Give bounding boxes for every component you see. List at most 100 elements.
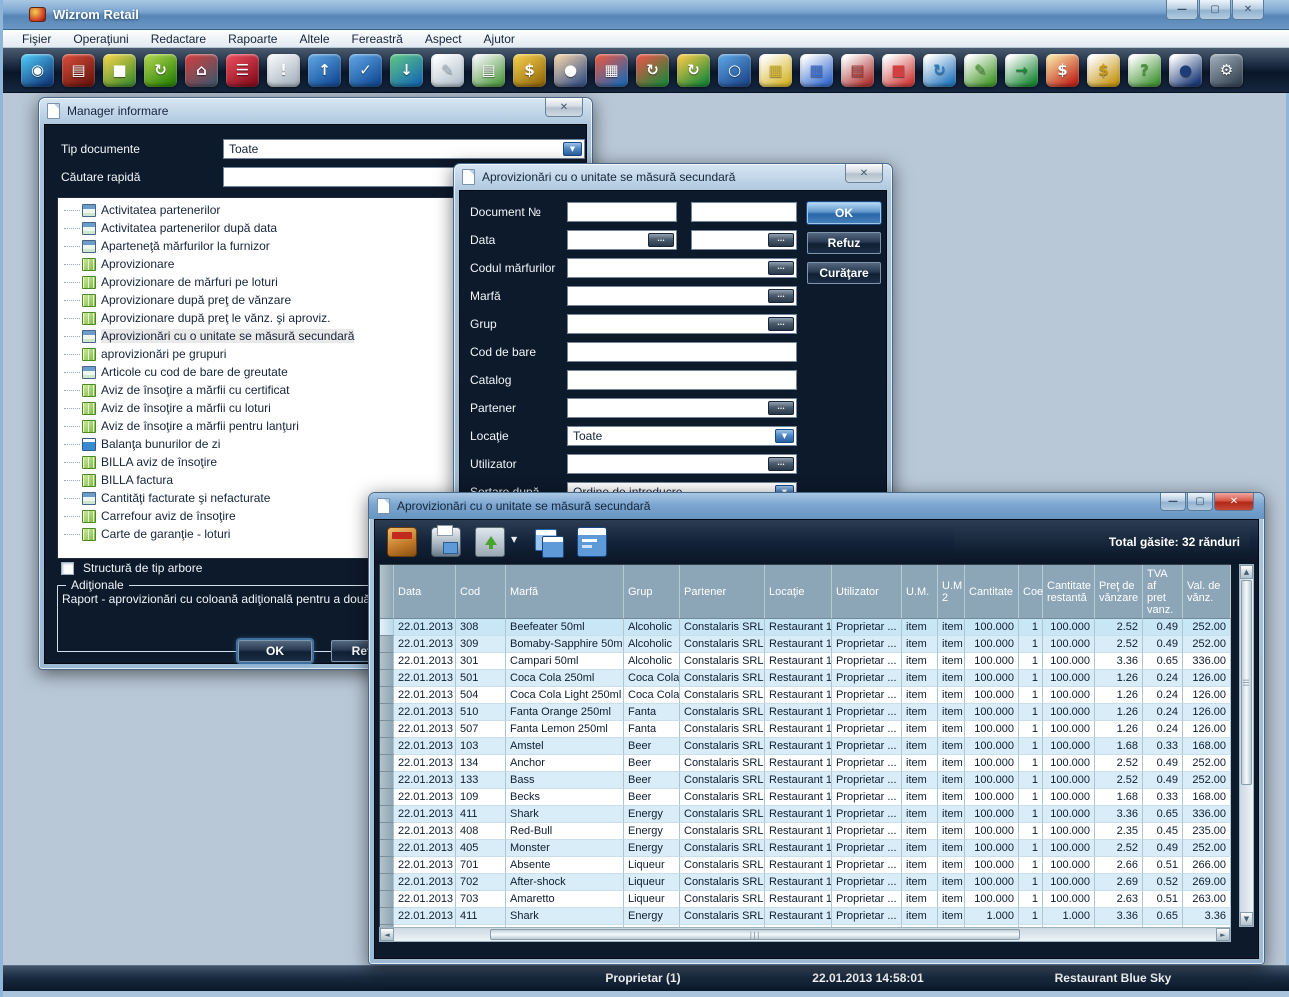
scroll-up-icon[interactable]: ▲: [1240, 565, 1253, 579]
row-header-cell[interactable]: [380, 874, 394, 891]
column-header-tvaafpretvanz[interactable]: TVA af pret vanz.: [1143, 565, 1183, 619]
filter-input[interactable]: ...: [567, 454, 797, 474]
column-header-um2[interactable]: U.M 2: [938, 565, 965, 619]
filter-input[interactable]: [567, 370, 797, 390]
menu-item-fiier[interactable]: Fişier: [11, 32, 62, 46]
box-out-icon[interactable]: ↑: [308, 54, 341, 87]
column-header-data[interactable]: Data: [394, 565, 456, 619]
menu-item-altele[interactable]: Altele: [288, 32, 340, 46]
scroll-right-icon[interactable]: ►: [1216, 928, 1230, 941]
table-row[interactable]: 22.01.2013701AbsenteLiqueurConstalaris S…: [380, 857, 1230, 874]
close-icon[interactable]: ✕: [845, 164, 883, 183]
column-header-cantitaterestant[interactable]: Cantitate restantă: [1043, 565, 1095, 619]
export-icon[interactable]: [475, 527, 505, 557]
vertical-scroll-thumb[interactable]: ☰: [1241, 580, 1252, 785]
filter-title-bar[interactable]: Aprovizionări cu o unitate se măsură sec…: [454, 164, 892, 190]
tip-documente-select[interactable]: Toate ▼: [223, 139, 585, 159]
column-header-grup[interactable]: Grup: [624, 565, 680, 619]
chevron-down-icon[interactable]: ▼: [511, 535, 517, 544]
horizontal-scrollbar[interactable]: ◄ ► |||: [379, 927, 1231, 942]
form-view-icon[interactable]: [577, 527, 607, 557]
print-icon[interactable]: [431, 527, 461, 557]
scroll-down-icon[interactable]: ▼: [1240, 912, 1253, 926]
columns-icon[interactable]: [533, 527, 563, 557]
minimize-icon[interactable]: —: [1160, 493, 1186, 511]
menu-item-operaiuni[interactable]: Operaţiuni: [62, 32, 139, 46]
table-row[interactable]: 22.01.2013504Coca Cola Light 250mlCoca C…: [380, 687, 1230, 704]
table-row[interactable]: 22.01.2013408Red-BullEnergyConstalaris S…: [380, 823, 1230, 840]
user-question-icon[interactable]: ?: [1128, 54, 1161, 87]
column-header-marf[interactable]: Marfă: [506, 565, 624, 619]
menu-item-aspect[interactable]: Aspect: [414, 32, 473, 46]
user-doc-icon[interactable]: ●: [1169, 54, 1202, 87]
main-title-bar[interactable]: Wizrom Retail: [3, 0, 1289, 30]
attach-doc-icon[interactable]: ✎: [964, 54, 997, 87]
row-header-cell[interactable]: [380, 840, 394, 857]
table-row[interactable]: 22.01.2013501Coca Cola 250mlCoca ColaCon…: [380, 670, 1230, 687]
ellipsis-button[interactable]: ...: [768, 289, 794, 303]
row-header-cell[interactable]: [380, 789, 394, 806]
filter-input[interactable]: ...: [567, 314, 797, 334]
horizontal-scroll-thumb[interactable]: |||: [490, 929, 1020, 940]
ok-button[interactable]: OK: [238, 640, 312, 662]
table-row[interactable]: 22.01.2013507Fanta Lemon 250mlFantaConst…: [380, 721, 1230, 738]
row-header-cell[interactable]: [380, 891, 394, 908]
exit-icon[interactable]: [387, 527, 417, 557]
recycle-doc-icon[interactable]: ↻: [923, 54, 956, 87]
table-row[interactable]: 22.01.2013301Campari 50mlAlcoholicConsta…: [380, 653, 1230, 670]
ellipsis-button[interactable]: ...: [768, 401, 794, 415]
ellipsis-button[interactable]: ...: [648, 233, 674, 247]
filter-input[interactable]: ...: [567, 230, 677, 250]
refuz-button[interactable]: Refuz: [807, 232, 881, 254]
column-header-um[interactable]: U.M.: [902, 565, 938, 619]
ellipsis-button[interactable]: ...: [768, 233, 794, 247]
row-header-cell[interactable]: [380, 857, 394, 874]
close-icon[interactable]: ✕: [1232, 0, 1264, 20]
ellipsis-button[interactable]: ...: [768, 457, 794, 471]
maximize-icon[interactable]: ▢: [1187, 493, 1213, 511]
search-user-icon[interactable]: ○: [718, 54, 751, 87]
transfer-doc-icon[interactable]: →: [1005, 54, 1038, 87]
table-row[interactable]: 22.01.2013405MonsterEnergyConstalaris SR…: [380, 840, 1230, 857]
cubes-doc-icon[interactable]: ▦: [759, 54, 792, 87]
restore-icon[interactable]: ▢: [1199, 0, 1231, 20]
cubes-icon[interactable]: ▦: [595, 54, 628, 87]
row-header-cell[interactable]: [380, 704, 394, 721]
product-box-icon[interactable]: ■: [103, 54, 136, 87]
box-in-icon[interactable]: ↓: [390, 54, 423, 87]
book-doc-icon[interactable]: ▤: [841, 54, 874, 87]
table-row[interactable]: 22.01.2013103AmstelBeerConstalaris SRLRe…: [380, 738, 1230, 755]
filter-input[interactable]: ...: [691, 230, 797, 250]
ok-button[interactable]: OK: [807, 202, 881, 224]
table-row[interactable]: 22.01.2013510Fanta Orange 250mlFantaCons…: [380, 704, 1230, 721]
close-icon[interactable]: ✕: [1214, 493, 1254, 511]
vertical-scrollbar[interactable]: ▲ ▼ ☰: [1239, 564, 1254, 927]
row-header-cell[interactable]: [380, 806, 394, 823]
filter-input[interactable]: ...: [567, 258, 797, 278]
ellipsis-button[interactable]: ...: [768, 261, 794, 275]
table-row[interactable]: 22.01.2013411SharkEnergyConstalaris SRLR…: [380, 908, 1230, 925]
settings-gear-icon[interactable]: ⚙: [1210, 54, 1243, 87]
row-header-cell[interactable]: [380, 619, 394, 636]
column-header-coe[interactable]: Coe: [1019, 565, 1043, 619]
results-title-bar[interactable]: Aprovizionări cu o unitate se măsură sec…: [369, 493, 1264, 519]
column-header-predevnzare[interactable]: Preţ de vănzare: [1095, 565, 1143, 619]
box-doc-icon[interactable]: ■: [882, 54, 915, 87]
filter-input[interactable]: ...: [567, 286, 797, 306]
minimize-icon[interactable]: —: [1166, 0, 1198, 20]
scroll-left-icon[interactable]: ◄: [380, 928, 394, 941]
factory-icon[interactable]: ⌂: [185, 54, 218, 87]
filter-select[interactable]: Toate▼: [567, 426, 797, 446]
column-header-cantitate[interactable]: Cantitate: [965, 565, 1019, 619]
address-book-icon[interactable]: ▤: [62, 54, 95, 87]
table-row[interactable]: 22.01.2013134AnchorBeerConstalaris SRLRe…: [380, 755, 1230, 772]
manager-title-bar[interactable]: Manager informare: [39, 98, 592, 124]
curare-button[interactable]: Curăţare: [807, 262, 881, 284]
row-header-cell[interactable]: [380, 653, 394, 670]
row-header-cell[interactable]: [380, 687, 394, 704]
column-header-partener[interactable]: Partener: [680, 565, 765, 619]
row-header-cell[interactable]: [380, 908, 394, 925]
menu-item-redactare[interactable]: Redactare: [140, 32, 217, 46]
row-header-cell[interactable]: [380, 721, 394, 738]
coins-doc-icon[interactable]: $: [1087, 54, 1120, 87]
